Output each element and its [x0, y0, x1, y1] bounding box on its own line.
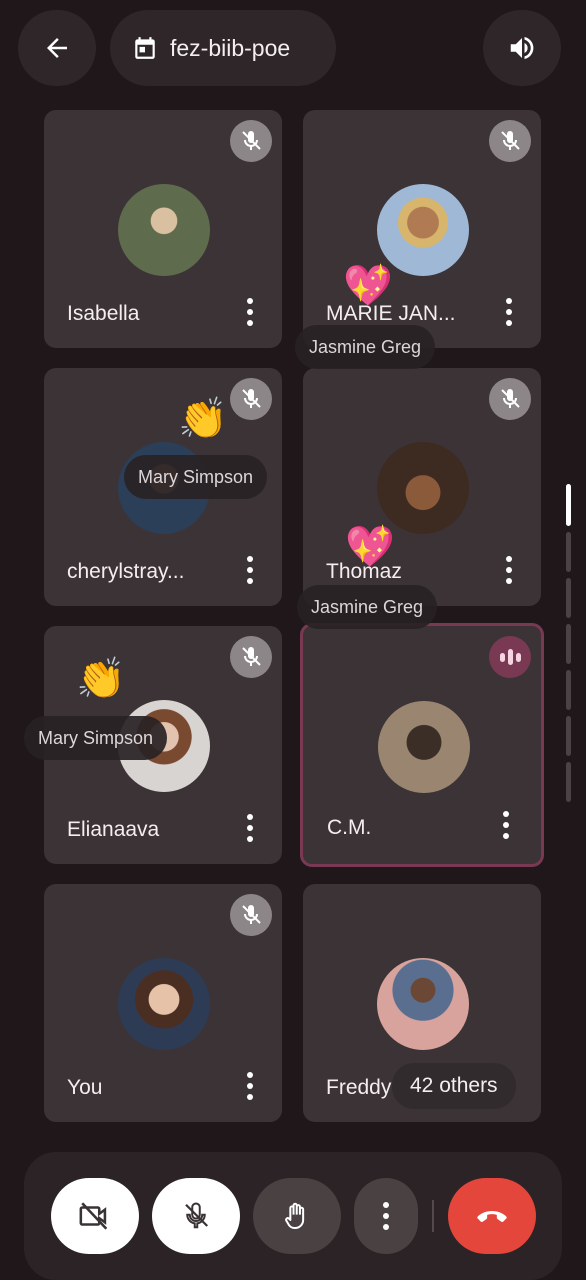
- more-options-icon[interactable]: [246, 1072, 254, 1100]
- participant-name: C.M.: [327, 816, 372, 839]
- scroll-indicator-segment: [566, 670, 571, 710]
- sparkling-heart-emoji: 💖: [343, 264, 393, 308]
- calendar-icon: [135, 37, 155, 59]
- end-call-button[interactable]: [448, 1178, 536, 1254]
- more-vert-icon: [383, 1202, 389, 1230]
- back-button[interactable]: [18, 10, 96, 86]
- camera-toggle-button[interactable]: [51, 1178, 139, 1254]
- scroll-indicator-segment: [566, 624, 571, 664]
- mic-off-icon: [230, 636, 272, 678]
- meeting-info-button[interactable]: fez-biib-poe: [110, 10, 336, 86]
- participant-tile-cm[interactable]: C.M.: [300, 623, 544, 867]
- mic-off-icon: [489, 378, 531, 420]
- divider: [432, 1200, 434, 1232]
- avatar: [378, 701, 470, 793]
- participant-name: cherylstray...: [67, 560, 185, 583]
- more-options-icon[interactable]: [246, 298, 254, 326]
- more-options-icon[interactable]: [505, 298, 513, 326]
- clapping-hands-emoji: 👏: [76, 657, 126, 701]
- raise-hand-icon: [285, 1202, 305, 1229]
- scroll-indicator-segment: [566, 532, 571, 572]
- avatar: [377, 442, 469, 534]
- camera-off-icon: [79, 1202, 108, 1230]
- scroll-indicator-segment: [566, 578, 571, 618]
- mic-off-icon: [489, 120, 531, 162]
- sparkling-heart-emoji: 💖: [345, 525, 395, 569]
- volume-icon: [510, 37, 534, 59]
- participant-name: Elianaava: [67, 818, 160, 841]
- reaction-name-bubble: Jasmine Greg: [297, 585, 438, 629]
- participant-tile-isabella[interactable]: Isabella: [44, 110, 282, 348]
- reaction-name-bubble: Mary Simpson: [124, 455, 268, 499]
- audio-output-button[interactable]: [483, 10, 561, 86]
- more-options-icon[interactable]: [246, 814, 254, 842]
- participant-tile-thomaz[interactable]: Thomaz: [303, 368, 541, 606]
- more-options-button[interactable]: [354, 1178, 418, 1254]
- avatar: [118, 958, 210, 1050]
- mic-off-icon: [230, 120, 272, 162]
- scroll-indicator-segment: [566, 762, 571, 802]
- reaction-name-bubble: Mary Simpson: [24, 716, 168, 760]
- participant-name: Isabella: [67, 302, 140, 325]
- participant-tile-you[interactable]: You: [44, 884, 282, 1122]
- scroll-indicator-active[interactable]: [566, 484, 571, 526]
- mic-off-icon: [185, 1202, 209, 1229]
- speaking-indicator-icon: [489, 636, 531, 678]
- participant-name: You: [67, 1076, 103, 1099]
- scroll-indicator-segment: [566, 716, 571, 756]
- participant-tile-marie[interactable]: MARIE JAN...: [303, 110, 541, 348]
- more-options-icon[interactable]: [246, 556, 254, 584]
- avatar: [377, 958, 469, 1050]
- end-call-icon: [477, 1211, 507, 1222]
- more-options-icon[interactable]: [505, 556, 513, 584]
- others-count-chip[interactable]: 42 others: [392, 1063, 516, 1109]
- clapping-hands-emoji: 👏: [178, 397, 228, 441]
- raise-hand-button[interactable]: [253, 1178, 341, 1254]
- more-options-icon[interactable]: [502, 811, 510, 839]
- arrow-left-icon: [47, 38, 67, 58]
- mic-toggle-button[interactable]: [152, 1178, 240, 1254]
- avatar: [118, 184, 210, 276]
- participant-name: Freddy: [326, 1076, 392, 1099]
- mic-off-icon: [230, 378, 272, 420]
- reaction-name-bubble: Jasmine Greg: [295, 325, 436, 369]
- mic-off-icon: [230, 894, 272, 936]
- meeting-code: fez-biib-poe: [170, 34, 291, 61]
